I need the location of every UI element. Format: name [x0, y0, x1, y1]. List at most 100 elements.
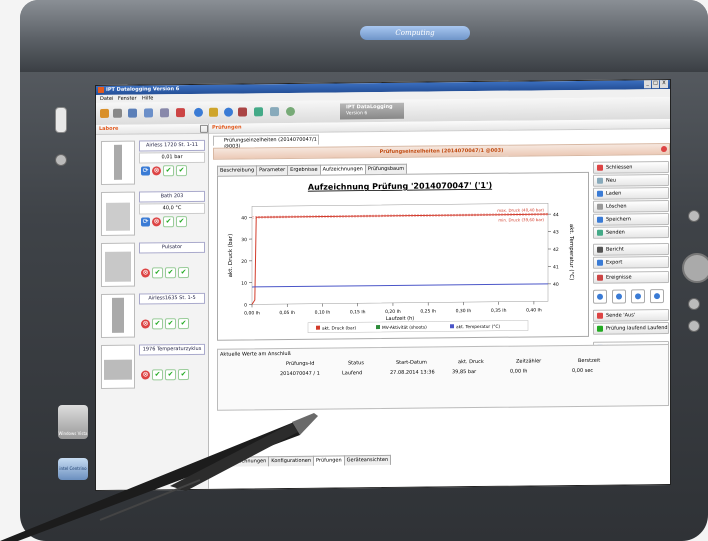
- y2-tick-label: 41: [553, 264, 559, 270]
- table-header: Start-Datum: [396, 359, 427, 366]
- menu-fenster[interactable]: Fenster: [118, 96, 137, 102]
- circle-icon: [616, 293, 622, 300]
- y2-tick-label: 44: [553, 212, 559, 218]
- check-icon[interactable]: ✔: [152, 267, 163, 279]
- refresh-icon[interactable]: ⟳: [141, 166, 150, 176]
- close-button[interactable]: X: [660, 80, 668, 89]
- hardware-button-right-1[interactable]: [688, 210, 700, 222]
- action-button-label: Export: [606, 259, 623, 266]
- airless-machine-image: [101, 140, 135, 185]
- check-icon[interactable]: ✔: [178, 267, 189, 279]
- action-button[interactable]: Laden: [593, 187, 669, 200]
- stop-icon[interactable]: ⊗: [152, 217, 161, 227]
- search-icon[interactable]: [286, 106, 295, 117]
- action-button-label: Schliessen: [606, 164, 633, 171]
- tab-ergebnisse[interactable]: Ergebnisse: [287, 164, 321, 176]
- round-action-button[interactable]: [593, 289, 607, 304]
- action-button[interactable]: Prüfung laufend Laufend: [593, 322, 669, 335]
- station-name: Pulsator: [139, 241, 205, 254]
- bottom-tab-geraeteansichten[interactable]: Geräteansichten: [343, 454, 392, 466]
- chart-icon[interactable]: [160, 108, 169, 118]
- round-action-button[interactable]: [631, 289, 645, 304]
- tab-pruefungsbaum[interactable]: Prüfungsbaum: [364, 163, 408, 175]
- tab-beschreibung[interactable]: Beschreibung: [217, 165, 258, 176]
- maximize-button[interactable]: □: [652, 80, 659, 89]
- forward-icon[interactable]: [113, 108, 122, 118]
- table-header: Zeitzähler: [516, 358, 542, 365]
- action-icon: [597, 177, 603, 184]
- circle-icon: [635, 293, 641, 300]
- y-tick-label: 40: [241, 215, 247, 221]
- action-button[interactable]: Löschen: [593, 200, 669, 213]
- stop-icon[interactable]: ⊗: [152, 166, 161, 176]
- clock-icon[interactable]: [194, 107, 203, 117]
- check-icon[interactable]: ✔: [165, 267, 176, 279]
- check-icon[interactable]: ✔: [176, 165, 187, 177]
- hardware-nav-pad[interactable]: [682, 253, 708, 283]
- table-icon[interactable]: [270, 107, 279, 117]
- hardware-button-right-3[interactable]: [688, 320, 700, 332]
- stylus-pen: [0, 413, 318, 541]
- app-icon: [98, 86, 104, 93]
- collapse-icon[interactable]: [200, 124, 208, 133]
- y-tick-label: 20: [241, 259, 247, 265]
- action-button[interactable]: Ereignisse: [593, 271, 669, 284]
- pruefungen-title: Prüfungen: [212, 124, 242, 131]
- check-icon[interactable]: ✔: [176, 216, 187, 228]
- table-header: Berstzeit: [578, 357, 601, 364]
- check-icon[interactable]: ✔: [163, 216, 174, 228]
- menu-datei[interactable]: Datei: [100, 96, 113, 102]
- station-value: 40,0 °C: [139, 202, 205, 215]
- document-tab[interactable]: Prüfungseinzelheiten (2014070047/1 @003): [213, 134, 319, 150]
- action-button[interactable]: Sende 'Aus': [593, 309, 669, 322]
- x-tick-label: 0,15 Ih: [350, 309, 366, 315]
- hardware-button-right-2[interactable]: [688, 298, 700, 310]
- tool-icon[interactable]: [100, 108, 109, 118]
- table-header: Status: [348, 360, 364, 367]
- user-icon[interactable]: [238, 107, 247, 117]
- x-tick-label: 0,35 Ih: [491, 308, 507, 314]
- tab-aufzeichnungen[interactable]: Aufzeichnungen: [319, 164, 366, 175]
- close-details-icon[interactable]: [661, 146, 667, 153]
- station-card[interactable]: Airless 1720 St. 1-11 0,01 bar ⟳ ⊗ ✔ ✔: [101, 136, 205, 187]
- bulb-icon[interactable]: [209, 107, 218, 117]
- station-name: Airless 1720 St. 1-11: [139, 139, 205, 152]
- menu-hilfe[interactable]: Hilfe: [142, 95, 153, 101]
- action-icon: [597, 190, 603, 197]
- action-icon: [597, 229, 603, 236]
- action-button[interactable]: Neu: [593, 174, 669, 187]
- action-button[interactable]: Bericht: [593, 243, 669, 256]
- minimize-button[interactable]: _: [644, 80, 651, 89]
- action-button-label: Laden: [606, 190, 622, 197]
- info-icon[interactable]: [224, 107, 233, 117]
- action-button-label: Sende 'Aus': [606, 312, 636, 319]
- hardware-button-left[interactable]: [55, 107, 67, 133]
- graph-icon[interactable]: [176, 108, 185, 118]
- round-action-button[interactable]: [612, 289, 626, 304]
- legend-label: MV-Aktivität (shoots): [382, 325, 427, 331]
- stop-icon[interactable]: ⊗: [141, 268, 150, 278]
- table-cell: 39,85 bar: [452, 369, 477, 376]
- check-icon[interactable]: ✔: [163, 165, 174, 177]
- series-line: [252, 283, 548, 288]
- action-button[interactable]: Speichern: [593, 213, 669, 226]
- action-button[interactable]: Schliessen: [593, 161, 669, 174]
- action-button[interactable]: Senden: [593, 226, 669, 239]
- legend-label: akt. Druck (bar): [322, 325, 356, 331]
- tab-parameter[interactable]: Parameter: [256, 164, 289, 176]
- hardware-button-round[interactable]: [55, 154, 67, 166]
- columns-icon[interactable]: [144, 108, 153, 118]
- action-button[interactable]: Export: [593, 256, 669, 269]
- pulsator-cabinet-image: [101, 242, 135, 287]
- list-icon[interactable]: [128, 108, 137, 118]
- round-action-button[interactable]: [650, 289, 664, 304]
- station-card[interactable]: Pulsator ⊗ ✔ ✔ ✔: [101, 238, 205, 289]
- x-tick-label: 0,30 Ih: [456, 308, 472, 314]
- action-icon: [597, 246, 603, 253]
- refresh-icon[interactable]: ⟳: [141, 217, 150, 227]
- calculator-icon[interactable]: [254, 107, 263, 117]
- y2-tick-label: 40: [553, 282, 559, 288]
- station-card[interactable]: Bath 203 40,0 °C ⟳ ⊗ ✔ ✔: [101, 187, 205, 238]
- table-cell: 0,00 sec: [572, 367, 594, 375]
- logo-subtext: Version 6: [346, 111, 368, 117]
